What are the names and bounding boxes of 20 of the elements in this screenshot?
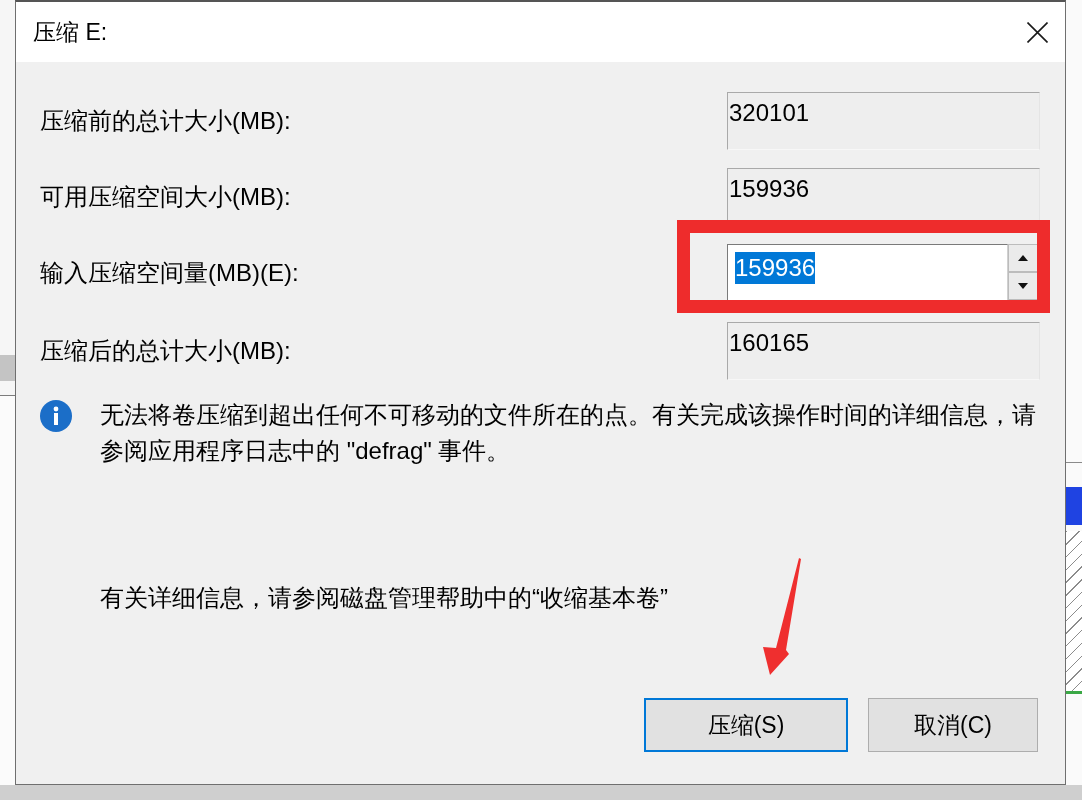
help-text: 有关详细信息，请参阅磁盘管理帮助中的“收缩基本卷”	[100, 583, 669, 613]
field-label: 压缩后的总计大小(MB):	[40, 336, 291, 366]
field-value: 159936	[729, 174, 810, 204]
down-triangle-icon	[1018, 283, 1028, 289]
field-label: 输入压缩空间量(MB)(E):	[40, 258, 299, 288]
field-label: 可用压缩空间大小(MB):	[40, 182, 291, 212]
close-icon	[1026, 21, 1048, 43]
up-triangle-icon	[1018, 255, 1028, 261]
field-value: 320101	[729, 98, 810, 128]
info-icon	[40, 400, 72, 432]
dialog-button[interactable]: 压缩(S)	[644, 698, 848, 752]
field-value: 160165	[729, 328, 810, 358]
info-message: 无法将卷压缩到超出任何不可移动的文件所在的点。有关完成该操作时间的详细信息，请参阅应用程序日志中的 "defrag" 事件。	[100, 400, 1037, 466]
field-value: 159936	[735, 252, 816, 284]
window-title: 压缩 E:	[33, 18, 108, 47]
spin-down-button[interactable]	[1008, 272, 1038, 300]
spin-up-button[interactable]	[1008, 244, 1038, 272]
dialog-button[interactable]: 取消(C)	[868, 698, 1038, 752]
field-label: 压缩前的总计大小(MB):	[40, 106, 291, 136]
amount-input[interactable]: 159936	[727, 244, 1008, 301]
